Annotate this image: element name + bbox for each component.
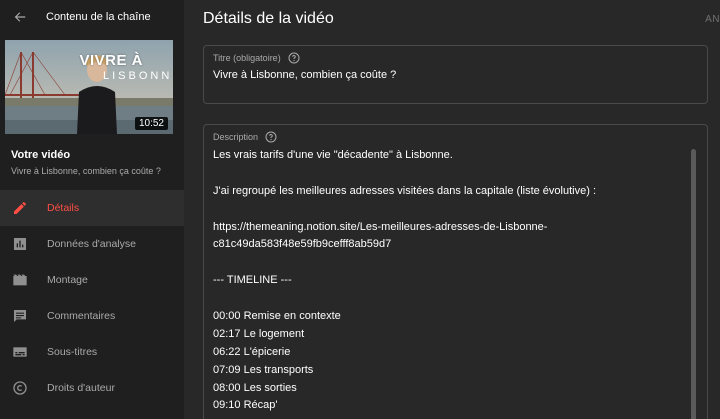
description-line: J'ai regroupé les meilleures adresses vi…	[213, 184, 597, 197]
sidebar-item-copyright[interactable]: Droits d'auteur	[0, 370, 184, 406]
description-line	[213, 165, 683, 183]
description-line: c81c49da583f48e59fb9cefff8ab59d7	[213, 238, 392, 251]
help-icon[interactable]	[288, 52, 300, 64]
your-video-label: Votre vidéo	[11, 149, 71, 161]
sidebar-item-label: Montage	[47, 274, 88, 286]
help-icon[interactable]	[265, 131, 277, 143]
video-thumbnail[interactable]: VIVRE À LISBONNE 10:52	[5, 40, 173, 134]
title-field[interactable]: Titre (obligatoire) Vivre à Lisbonne, co…	[203, 45, 708, 104]
sidebar-header: Contenu de la chaîne	[0, 0, 184, 34]
sidebar-item-label: Données d'analyse	[47, 238, 136, 250]
description-line	[213, 201, 683, 219]
video-title-subtitle: Vivre à Lisbonne, combien ça coûte ?	[11, 166, 161, 176]
description-scrollbar[interactable]	[691, 149, 696, 419]
title-field-label: Titre (obligatoire)	[213, 52, 300, 64]
thumbnail-text-line1: VIVRE À	[79, 52, 143, 69]
title-input[interactable]: Vivre à Lisbonne, combien ça coûte ?	[213, 69, 396, 81]
pencil-icon	[12, 200, 28, 216]
sidebar-item-details[interactable]: Détails	[0, 190, 184, 226]
page-title: Détails de la vidéo	[203, 10, 334, 27]
description-textarea[interactable]: Les vrais tarifs d'une vie "décadente" à…	[213, 147, 683, 415]
back-arrow-icon	[14, 12, 26, 22]
description-line: 02:17 Le logement	[213, 327, 305, 340]
description-line: 09:10 Récap'	[213, 399, 278, 412]
top-action-button[interactable]: AN	[705, 14, 720, 25]
video-duration: 10:52	[134, 117, 168, 130]
description-line: --- TIMELINE ---	[213, 274, 292, 287]
copyright-icon	[12, 380, 28, 396]
description-line: 00:00 Remise en contexte	[213, 310, 341, 323]
channel-content-title: Contenu de la chaîne	[46, 11, 151, 23]
sidebar-item-comments[interactable]: Commentaires	[0, 298, 184, 334]
description-field-label: Description	[213, 131, 277, 143]
sidebar: Contenu de la chaîne VIVRE À LISBONN 10:…	[0, 0, 184, 419]
description-label-text: Description	[213, 132, 259, 142]
description-line: https://themeaning.notion.site/Les-meill…	[213, 220, 548, 233]
sidebar-item-label: Sous-titres	[47, 346, 98, 358]
film-icon	[12, 272, 28, 288]
analytics-icon	[12, 236, 28, 252]
comment-icon	[12, 308, 28, 324]
description-line	[213, 290, 683, 308]
sidebar-item-label: Détails	[47, 202, 80, 214]
description-field[interactable]: Description Les vrais tarifs d'une vie "…	[203, 124, 708, 419]
sidebar-item-label: Commentaires	[47, 310, 116, 322]
sidebar-nav: Détails Données d'analyse Montage Commen…	[0, 190, 184, 406]
description-line: Les vrais tarifs d'une vie "décadente" à…	[213, 149, 453, 161]
description-line	[213, 254, 683, 272]
sidebar-item-editor[interactable]: Montage	[0, 262, 184, 298]
sidebar-item-subtitles[interactable]: Sous-titres	[0, 334, 184, 370]
thumbnail-text-line2: LISBONNE	[103, 70, 173, 82]
sidebar-item-analytics[interactable]: Données d'analyse	[0, 226, 184, 262]
title-label-text: Titre (obligatoire)	[213, 53, 281, 63]
back-arrow-button[interactable]	[0, 0, 40, 34]
sidebar-item-label: Droits d'auteur	[47, 382, 115, 394]
description-line: 06:22 L'épicerie	[213, 345, 291, 358]
description-line: 07:09 Les transports	[213, 363, 314, 376]
description-line: 08:00 Les sorties	[213, 381, 297, 394]
subtitles-icon	[12, 344, 28, 360]
main-panel: Détails de la vidéo AN Titre (obligatoir…	[184, 0, 720, 419]
